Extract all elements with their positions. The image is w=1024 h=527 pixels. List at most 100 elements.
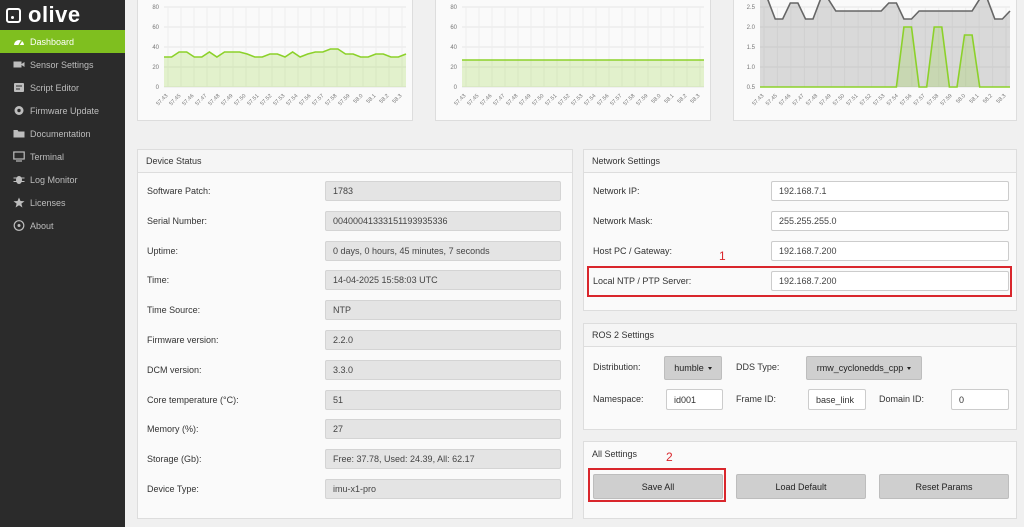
sidebar-item-documentation[interactable]: Documentation — [0, 122, 125, 145]
chart-panel-3: 2.5 2.0 1.5 1.0 0.5 57.43 57.45 57.46 57.47 57.48… — [733, 0, 1017, 121]
folder-icon — [12, 128, 25, 139]
ros2-settings-panel: ROS 2 Settings Distribution: humble DDS … — [583, 323, 1017, 430]
device-status-label: Serial Number: — [147, 215, 208, 226]
network-mask-row: Network Mask: 255.255.255.0 — [584, 211, 1016, 231]
app-logo[interactable]: olive — [0, 0, 125, 30]
device-status-label: Software Patch: — [147, 186, 211, 196]
highlight-box-ntp — [587, 266, 1012, 297]
load-default-button[interactable]: Load Default — [736, 474, 866, 499]
device-status-label: Core temperature (°C): — [147, 394, 239, 405]
bug-icon — [12, 174, 25, 185]
sidebar-item-label: Script Editor — [30, 82, 80, 93]
x-tick-label: 57.58 — [622, 93, 636, 107]
y-tick-label: 40 — [152, 45, 159, 51]
device-status-value: 51 — [325, 389, 561, 410]
dds-type-dropdown[interactable]: rmw_cyclonedds_cpp — [806, 356, 922, 380]
x-tick-label: 57.57 — [609, 93, 623, 107]
gateway-label: Host PC / Gateway: — [593, 246, 673, 256]
y-tick-label: 20 — [152, 65, 159, 71]
device-status-row: Time: 14-04-2025 15:58:03 UTC — [138, 270, 572, 291]
x-tick-label: 57.56 — [596, 93, 610, 107]
x-tick-label: 57.49 — [220, 93, 234, 107]
y-tick-label: 2.0 — [747, 25, 756, 31]
network-ip-input[interactable]: 192.168.7.1 — [771, 181, 1009, 201]
annotation-number-1: 1 — [719, 249, 726, 263]
dds-type-value: rmw_cyclonedds_cpp — [816, 363, 904, 373]
device-status-label: DCM version: — [147, 364, 202, 375]
network-mask-input[interactable]: 255.255.255.0 — [771, 211, 1009, 231]
x-tick-label: 58.0 — [651, 93, 663, 105]
frame-id-input[interactable]: base_link — [808, 389, 866, 410]
sidebar-item-script-editor[interactable]: Script Editor — [0, 76, 125, 99]
chart-panel-1: 80 60 40 20 0 57.43 57.45 57.46 57.47 57.48 57.49 5… — [137, 0, 413, 121]
sidebar-item-label: Firmware Update — [30, 105, 100, 116]
x-tick-label: 57.53 — [272, 93, 286, 107]
x-tick-label: 58.2 — [677, 93, 689, 105]
frame-id-label: Frame ID: — [736, 394, 777, 404]
x-tick-label: 57.46 — [479, 93, 493, 107]
sidebar-item-about[interactable]: About — [0, 214, 125, 237]
gear-icon — [12, 105, 25, 116]
device-status-row: Serial Number: 00400041333151193935336 — [138, 210, 572, 231]
device-status-label: Firmware version: — [147, 335, 219, 345]
sidebar-item-label: Licenses — [30, 197, 66, 208]
x-tick-label: 58.0 — [955, 93, 967, 105]
domain-id-label: Domain ID: — [879, 394, 925, 404]
x-tick-label: 57.51 — [246, 93, 260, 107]
y-tick-label: 80 — [450, 5, 457, 11]
device-status-label: Device Type: — [147, 484, 199, 494]
network-ip-label: Network IP: — [593, 186, 640, 196]
x-tick-label: 57.58 — [926, 93, 940, 107]
x-tick-label: 57.51 — [544, 93, 558, 107]
x-tick-label: 58.1 — [664, 93, 676, 105]
x-tick-label: 57.49 — [518, 93, 532, 107]
sidebar-item-licenses[interactable]: Licenses — [0, 191, 125, 214]
device-status-label: Time Source: — [147, 305, 201, 316]
device-status-row: Device Type: imu-x1-pro — [138, 479, 572, 499]
namespace-label: Namespace: — [593, 394, 644, 404]
monitor-icon — [12, 151, 25, 162]
x-tick-label: 57.52 — [259, 93, 273, 107]
distribution-label: Distribution: — [593, 362, 641, 372]
x-tick-label: 57.51 — [846, 93, 860, 107]
highlight-box-save — [588, 468, 726, 502]
sidebar-item-label: Sensor Settings — [30, 59, 94, 70]
x-tick-label: 57.56 — [899, 93, 913, 107]
sidebar-item-label: About — [30, 220, 54, 231]
sidebar-item-terminal[interactable]: Terminal — [0, 145, 125, 168]
sidebar-item-sensor-settings[interactable]: Sensor Settings — [0, 53, 125, 76]
x-tick-label: 57.48 — [805, 93, 819, 107]
dds-type-label: DDS Type: — [736, 362, 780, 372]
network-mask-label: Network Mask: — [593, 216, 653, 226]
x-tick-label: 57.54 — [285, 93, 299, 107]
x-tick-label: 58.0 — [353, 93, 365, 105]
y-tick-label: 1.0 — [747, 65, 756, 71]
x-tick-label: 57.53 — [872, 93, 886, 107]
x-tick-label: 57.47 — [792, 93, 806, 107]
caret-down-icon — [707, 366, 712, 370]
device-status-row: Firmware version: 2.2.0 — [138, 330, 572, 350]
sidebar-item-firmware-update[interactable]: Firmware Update — [0, 99, 125, 122]
x-tick-label: 57.50 — [531, 93, 545, 107]
x-tick-label: 57.45 — [466, 93, 480, 107]
app-name: olive — [28, 2, 81, 27]
network-ip-row: Network IP: 192.168.7.1 — [584, 181, 1016, 201]
sidebar-item-label: Dashboard — [30, 36, 75, 47]
reset-params-button[interactable]: Reset Params — [879, 474, 1009, 499]
x-tick-label: 57.43 — [751, 93, 765, 107]
device-status-row: Storage (Gb): Free: 37.78, Used: 24.39, A… — [138, 449, 572, 470]
device-status-label: Memory (%): — [147, 424, 199, 435]
y-tick-label: 0 — [156, 85, 160, 91]
x-tick-label: 57.46 — [181, 93, 195, 107]
gateway-input[interactable]: 192.168.7.200 — [771, 241, 1009, 261]
x-tick-label: 57.50 — [233, 93, 247, 107]
domain-id-input[interactable]: 0 — [951, 389, 1009, 410]
x-tick-label: 57.58 — [324, 93, 338, 107]
device-status-title: Device Status — [138, 150, 572, 173]
distribution-dropdown[interactable]: humble — [664, 356, 722, 380]
device-status-value: 1783 — [325, 181, 561, 201]
sidebar-item-log-monitor[interactable]: Log Monitor — [0, 168, 125, 191]
device-status-value: 27 — [325, 419, 561, 440]
sidebar-item-dashboard[interactable]: Dashboard — [0, 30, 125, 53]
namespace-input[interactable]: id001 — [666, 389, 723, 410]
